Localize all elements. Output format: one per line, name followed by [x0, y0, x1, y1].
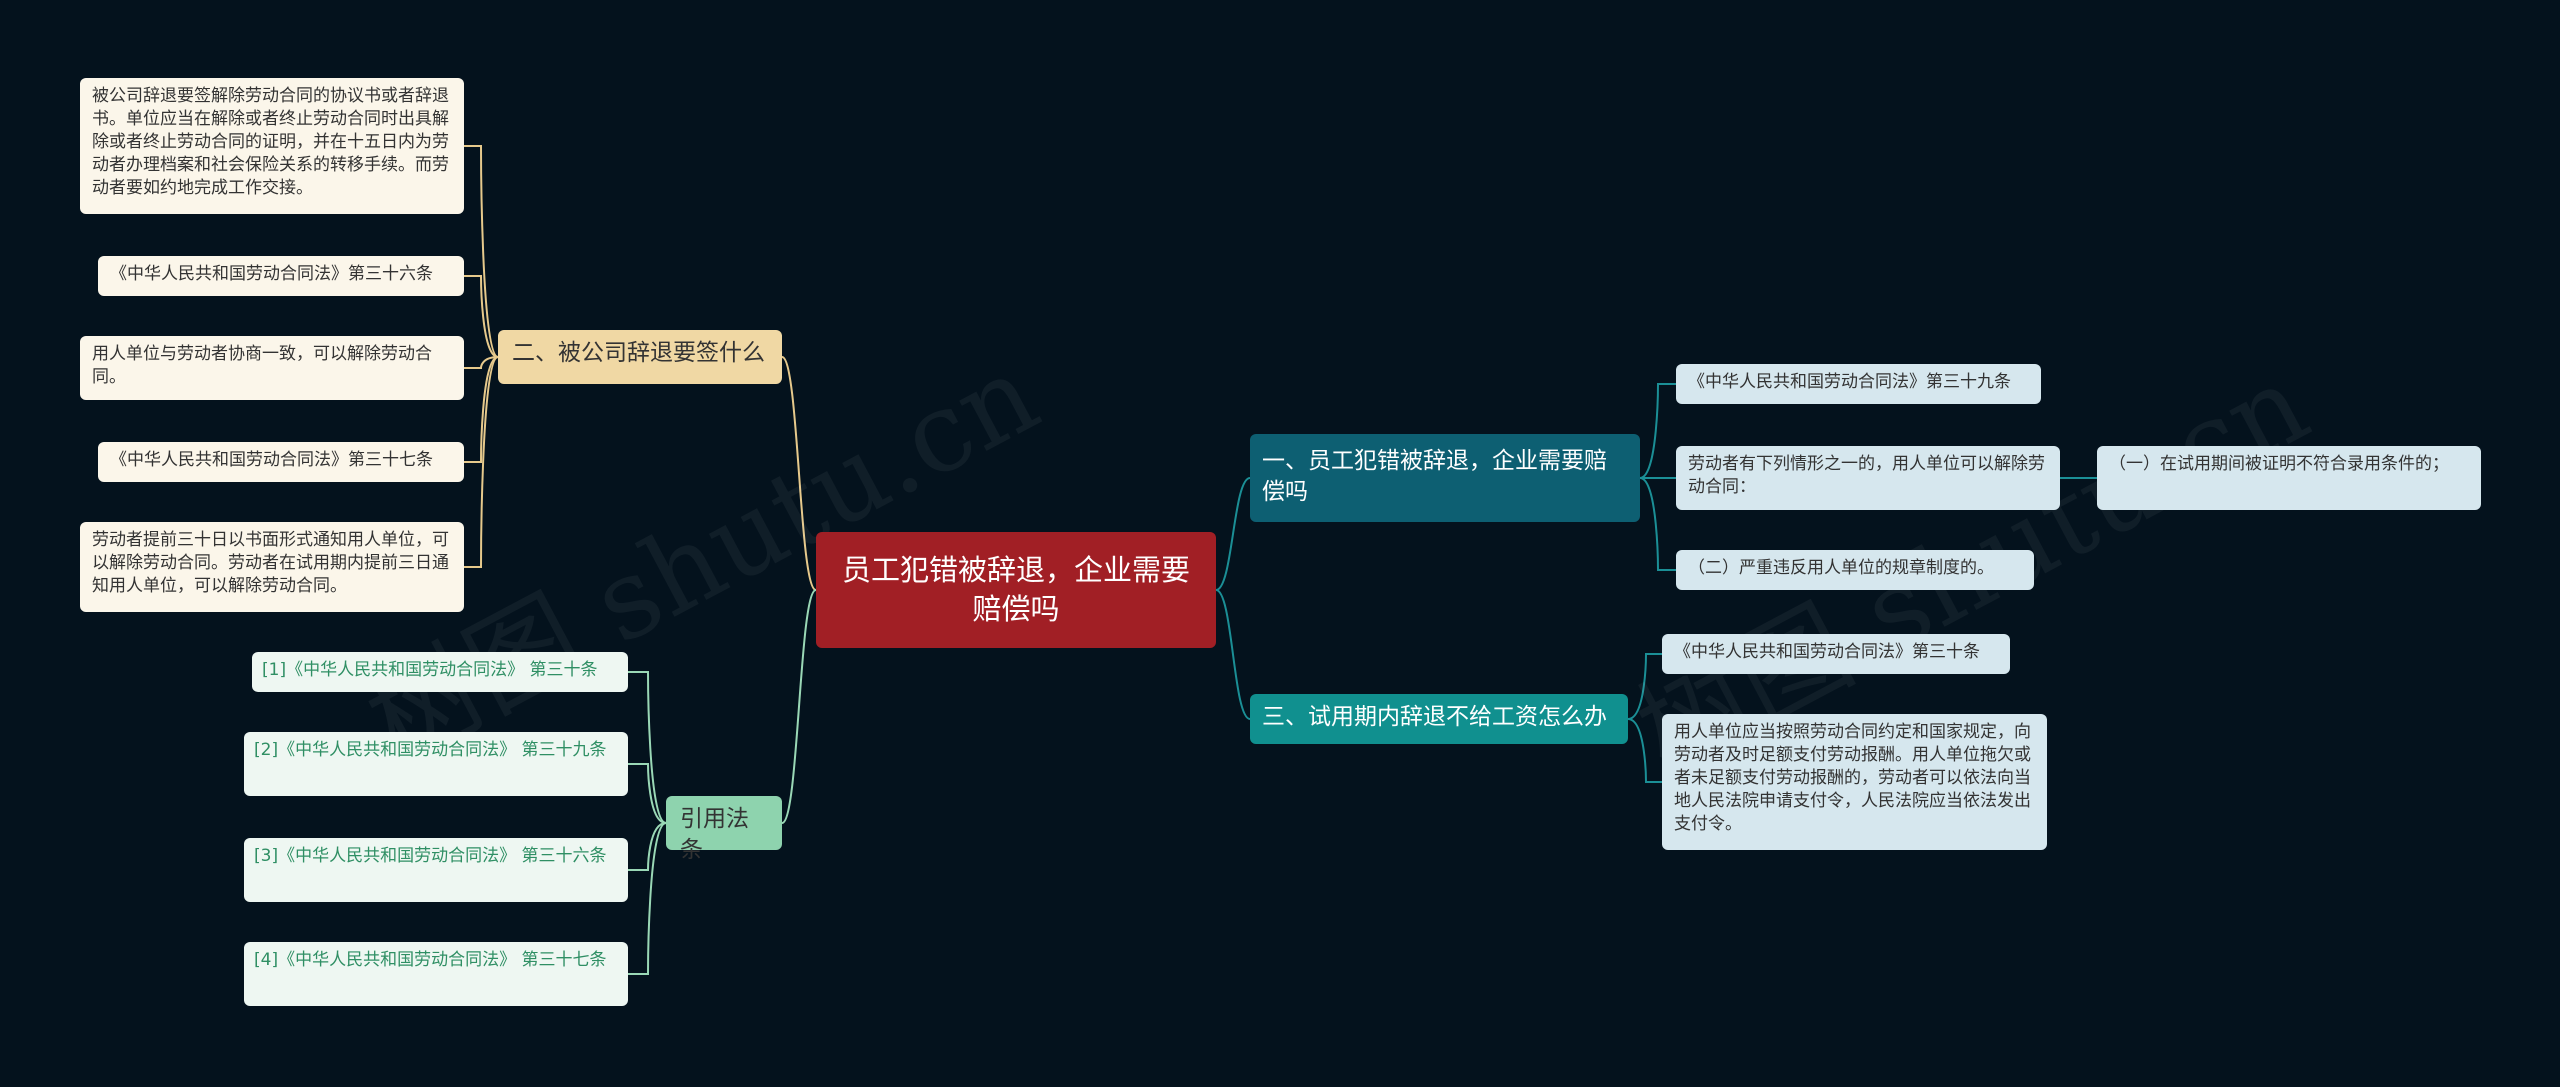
mindmap-canvas: 树图 shutu.cn 树图 shutu.cn 员工犯错被辞退，企业需要赔偿吗 …	[0, 0, 2560, 1087]
link-citation-item	[628, 671, 667, 824]
branch-2-item[interactable]: 用人单位与劳动者协商一致，可以解除劳动合同。	[80, 336, 464, 400]
root-topic[interactable]: 员工犯错被辞退，企业需要赔偿吗	[816, 532, 1216, 648]
citation-item[interactable]: [4]《中华人民共和国劳动合同法》 第三十七条	[244, 942, 628, 1006]
link-branch3-item	[1627, 653, 1662, 720]
link-citation-item	[628, 822, 667, 975]
branch-2-topic[interactable]: 二、被公司辞退要签什么	[498, 330, 782, 384]
link-branch3-item	[1627, 718, 1662, 783]
citation-item[interactable]: [3]《中华人民共和国劳动合同法》 第三十六条	[244, 838, 628, 902]
link-root-citations	[781, 589, 817, 824]
branch-3-item[interactable]: 《中华人民共和国劳动合同法》第三十条	[1662, 634, 2010, 674]
branch-3-topic[interactable]: 三、试用期内辞退不给工资怎么办	[1250, 694, 1628, 744]
branch-2-item[interactable]: 被公司辞退要签解除劳动合同的协议书或者辞退书。单位应当在解除或者终止劳动合同时出…	[80, 78, 464, 214]
branch-1-item[interactable]: 《中华人民共和国劳动合同法》第三十九条	[1676, 364, 2041, 404]
link-branch1-item	[1639, 477, 1676, 571]
link-branch2-item	[464, 275, 499, 358]
link-citation-item	[628, 763, 667, 824]
branch-1-topic[interactable]: 一、员工犯错被辞退，企业需要赔偿吗	[1250, 434, 1640, 522]
link-branch2-item	[464, 145, 499, 358]
link-branch2-item	[464, 356, 499, 463]
branch-2-item[interactable]: 《中华人民共和国劳动合同法》第三十七条	[98, 442, 464, 482]
branch-2-item[interactable]: 《中华人民共和国劳动合同法》第三十六条	[98, 256, 464, 296]
citation-item[interactable]: [2]《中华人民共和国劳动合同法》 第三十九条	[244, 732, 628, 796]
link-root-branch2	[781, 356, 817, 591]
link-root-branch1	[1215, 477, 1251, 591]
citations-topic[interactable]: 引用法条	[666, 796, 782, 863]
link-root-branch3	[1215, 589, 1251, 720]
citation-item[interactable]: [1]《中华人民共和国劳动合同法》 第三十条	[252, 652, 628, 692]
branch-3-item[interactable]: 用人单位应当按照劳动合同约定和国家规定，向劳动者及时足额支付劳动报酬。用人单位拖…	[1662, 714, 2047, 850]
branch-2-item[interactable]: 劳动者提前三十日以书面形式通知用人单位，可以解除劳动合同。劳动者在试用期内提前三…	[80, 522, 464, 612]
link-branch1-item	[1639, 383, 1676, 479]
branch-1-subitem[interactable]: （一）在试用期间被证明不符合录用条件的；	[2097, 446, 2481, 510]
branch-1-item[interactable]: 劳动者有下列情形之一的，用人单位可以解除劳动合同：	[1676, 446, 2060, 510]
branch-1-item[interactable]: （二）严重违反用人单位的规章制度的。	[1676, 550, 2034, 590]
